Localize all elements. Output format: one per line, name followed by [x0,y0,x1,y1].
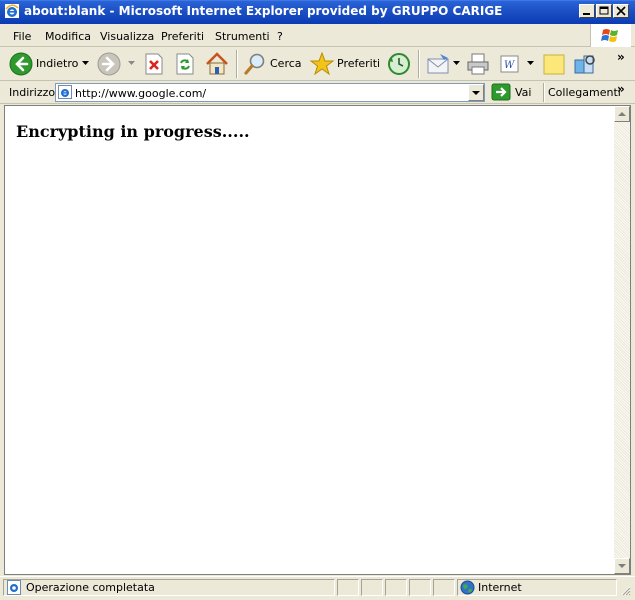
links-overflow-chevron[interactable]: » [617,82,625,96]
page-heading: Encrypting in progress..... [16,122,250,141]
scroll-down-button[interactable] [614,558,630,574]
status-pane [337,579,359,596]
minimize-button[interactable] [579,4,595,18]
window-title: about:blank - Microsoft Internet Explore… [24,4,503,18]
menu-visualizza[interactable]: Visualizza [100,30,154,43]
chevron-down-icon [472,91,480,95]
address-dropdown-button[interactable] [468,84,484,101]
windows-flag-icon [601,29,618,42]
maximize-icon [599,6,609,15]
discuss-note-icon[interactable] [542,52,566,76]
links-button-label[interactable]: Collegamenti [548,86,621,99]
svg-text:W: W [504,60,515,71]
close-button[interactable] [613,4,629,18]
windows-logo [590,24,631,47]
status-pane [385,579,407,596]
back-dropdown-icon[interactable] [82,61,90,66]
word-edit-icon[interactable]: W [500,54,520,74]
status-pane [361,579,383,596]
toolbar-separator [418,50,420,78]
globe-icon [460,580,475,595]
favorites-button-label[interactable]: Preferiti [337,57,380,70]
messenger-research-icon[interactable] [572,51,598,77]
maximize-button[interactable] [596,4,612,18]
toolbar-overflow-chevron[interactable]: » [617,50,625,64]
address-input[interactable] [75,86,465,100]
address-label: Indirizzo [9,86,56,99]
menu-file[interactable]: File [13,30,31,43]
print-icon[interactable] [465,52,491,76]
ie-icon [5,4,19,18]
search-button-label[interactable]: Cerca [270,57,302,70]
security-zone-label: Internet [478,581,522,594]
forward-dropdown-icon[interactable] [128,61,136,66]
scroll-up-arrow-icon [618,112,626,116]
favorites-star-icon[interactable] [309,51,335,77]
page-done-icon [7,580,21,595]
close-icon [616,6,626,16]
page-ie-icon [58,85,72,99]
go-button-label[interactable]: Vai [515,86,531,99]
resize-grip-icon[interactable] [619,584,631,596]
address-separator [543,83,545,102]
scroll-down-arrow-icon [618,564,626,568]
menu-bar [0,24,635,47]
mail-dropdown-icon[interactable] [453,61,461,66]
minimize-icon [583,13,590,15]
refresh-icon[interactable] [175,53,195,75]
edit-dropdown-icon[interactable] [527,61,535,66]
back-button-label[interactable]: Indietro [36,57,78,70]
history-icon[interactable] [387,52,411,76]
menu-strumenti[interactable]: Strumenti [215,30,270,43]
stop-icon[interactable] [144,53,164,75]
vertical-scrollbar[interactable] [614,106,630,574]
back-icon[interactable] [9,52,33,76]
mail-icon[interactable] [426,52,452,76]
forward-icon[interactable] [97,52,121,76]
status-pane [409,579,431,596]
home-icon[interactable] [204,51,230,77]
menu-preferiti[interactable]: Preferiti [161,30,204,43]
toolbar-separator [236,50,238,78]
menu-help[interactable]: ? [277,30,283,43]
status-text: Operazione completata [26,581,155,594]
search-icon[interactable] [243,52,267,76]
menu-modifica[interactable]: Modifica [45,30,91,43]
status-pane [433,579,455,596]
go-arrow-icon[interactable] [491,83,511,101]
scroll-up-button[interactable] [614,106,630,122]
page-viewport[interactable] [4,105,631,575]
